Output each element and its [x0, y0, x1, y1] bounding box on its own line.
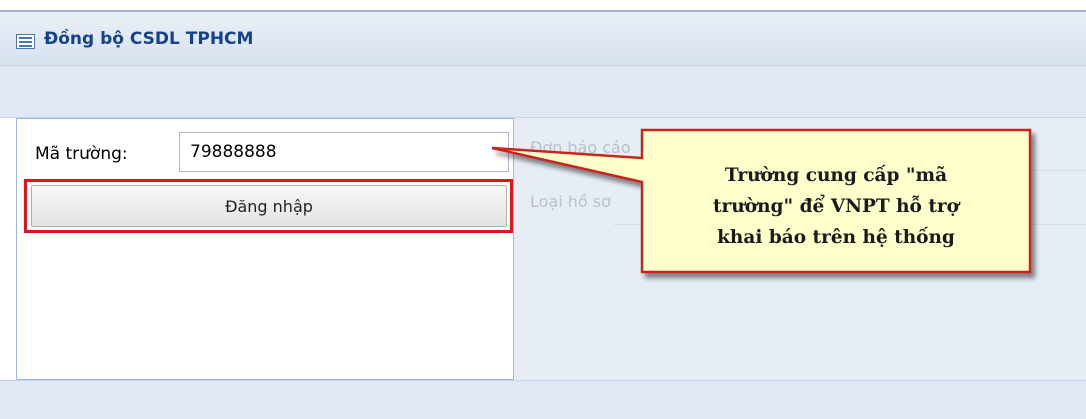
status-bar — [0, 380, 1086, 419]
window-title: Đồng bộ CSDL TPHCM — [44, 29, 254, 49]
login-button[interactable]: Đăng nhập — [31, 185, 507, 227]
form-icon — [16, 34, 35, 49]
school-code-label: Mã trường: — [35, 144, 128, 164]
window-title-bar: Đồng bộ CSDL TPHCM — [0, 12, 1086, 66]
toolbar — [0, 66, 1086, 118]
school-code-input[interactable] — [179, 132, 509, 172]
callout-text: Trường cung cấp "mã trường" để VNPT hỗ t… — [713, 164, 959, 248]
background-label-2: Loại hồ sơ — [530, 192, 611, 211]
login-panel: Mã trường: Đăng nhập — [16, 118, 514, 380]
background-label-1: Đơn báo cáo — [530, 138, 631, 157]
